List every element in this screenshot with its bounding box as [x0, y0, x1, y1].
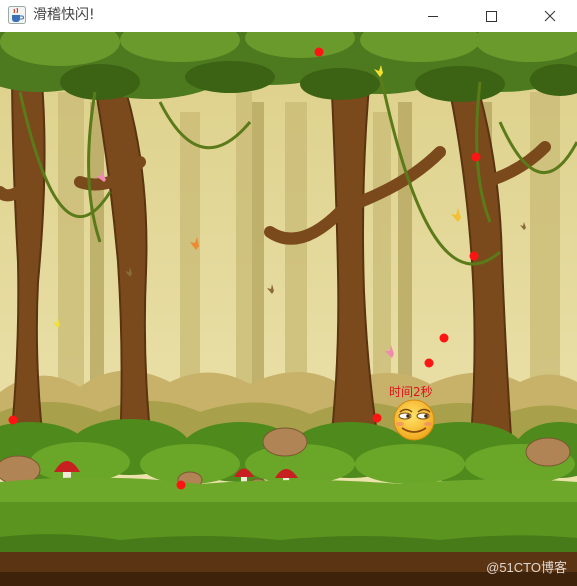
maximize-button[interactable] [468, 0, 514, 32]
game-canvas[interactable]: 时间2秒 @51CTO博客 [0, 32, 577, 586]
bullet [424, 358, 434, 368]
forest-background [0, 32, 577, 586]
watermark: @51CTO博客 [486, 560, 567, 575]
bullet [176, 480, 186, 490]
survival-timer: 时间2秒 [389, 385, 433, 399]
maximize-icon [486, 11, 497, 22]
title-bar[interactable]: 滑稽快闪! [0, 0, 577, 32]
bullet [8, 415, 18, 425]
bullet [439, 333, 449, 343]
app-window: 滑稽快闪! 时间2秒 @51CTO博客 [0, 0, 577, 586]
bullet [314, 47, 324, 57]
java-cup-icon [8, 6, 26, 24]
close-icon [544, 10, 556, 22]
player-smiley[interactable] [393, 399, 435, 441]
bullet [471, 152, 481, 162]
close-button[interactable] [527, 0, 573, 32]
bullet [469, 251, 479, 261]
minimize-icon [428, 16, 438, 17]
minimize-button[interactable] [410, 0, 456, 32]
window-title: 滑稽快闪! [33, 7, 95, 23]
bullet [372, 413, 382, 423]
